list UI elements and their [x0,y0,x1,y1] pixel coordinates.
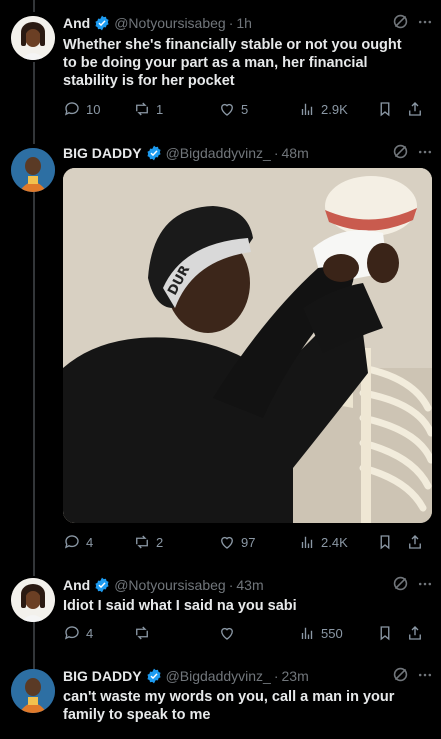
timestamp[interactable]: 1h [236,15,252,31]
tweet-text: can't waste my words on you, call a man … [63,689,395,723]
more-options-icon[interactable] [417,576,433,595]
tweet-header: BIG DADDY @Bigdaddyvinz_ · 23m [63,666,433,686]
bookmark-icon [380,535,390,550]
like-button[interactable]: 97 [218,533,298,551]
avatar[interactable] [11,148,55,192]
grok-icon[interactable] [392,666,409,686]
action-bar: 4 2 97 2.4K [63,531,433,553]
handle[interactable]: @Bigdaddyvinz_ [166,145,271,161]
reply-icon [64,535,79,549]
bookmark-button[interactable] [376,624,406,642]
separator-dot: · [273,668,279,684]
display-name[interactable]: BIG DADDY [63,145,142,161]
bookmark-icon [380,102,390,117]
tweet-media-image[interactable]: DUR [63,168,432,523]
handle[interactable]: @Notyoursisabeg [114,577,226,593]
verified-badge-icon [146,668,162,684]
tweet[interactable]: And @Notyoursisabeg · 43m Idiot I said w… [0,566,441,656]
view-count: 550 [321,625,343,641]
timestamp[interactable]: 48m [282,145,309,161]
like-button[interactable] [218,624,298,642]
repost-count: 1 [156,101,164,117]
bookmark-button[interactable] [376,100,406,118]
repost-icon [136,102,148,116]
share-button[interactable] [406,624,426,642]
handle[interactable]: @Bigdaddyvinz_ [166,668,271,684]
tweet-header: BIG DADDY @Bigdaddyvinz_ · 48m [63,143,433,163]
view-count: 2.9K [321,101,348,117]
views-chart-icon [301,103,313,115]
more-options-icon[interactable] [417,144,433,163]
avatar-image [11,578,55,622]
avatar-image [11,669,55,713]
reply-count: 10 [86,101,101,117]
avatar[interactable] [11,669,55,713]
verified-badge-icon [146,145,162,161]
views-button[interactable]: 2.9K [298,100,376,118]
tweet[interactable]: And @Notyoursisabeg · 1h Whether she's f… [0,0,441,135]
tweet[interactable]: BIG DADDY @Bigdaddyvinz_ · 23m can't was… [0,656,441,739]
avatar-image [11,16,55,60]
separator-dot: · [228,577,234,593]
reply-count: 4 [86,534,94,550]
heart-icon [221,103,233,116]
grok-icon[interactable] [392,575,409,595]
share-button[interactable] [406,100,426,118]
bookmark-button[interactable] [376,533,406,551]
avatar[interactable] [11,16,55,60]
reply-button[interactable]: 10 [63,100,133,118]
reply-button[interactable]: 4 [63,533,133,551]
repost-button[interactable]: 2 [133,533,218,551]
verified-badge-icon [94,577,110,593]
like-button[interactable]: 5 [218,100,298,118]
grok-icon[interactable] [392,13,409,33]
display-name[interactable]: And [63,577,90,593]
timestamp[interactable]: 43m [236,577,263,593]
views-button[interactable]: 2.4K [298,533,376,551]
repost-icon [136,626,148,640]
like-count: 97 [241,534,256,550]
view-count: 2.4K [321,534,348,550]
reply-count: 4 [86,625,94,641]
share-icon [409,626,421,640]
views-chart-icon [301,627,313,639]
timestamp[interactable]: 23m [282,668,309,684]
handle[interactable]: @Notyoursisabeg [114,15,226,31]
tweet-text: Idiot I said what I said na you sabi [63,598,297,614]
like-count: 5 [241,101,249,117]
tweet-header: And @Notyoursisabeg · 1h [63,13,433,33]
views-button[interactable]: 550 [298,624,376,642]
action-bar: 4 550 [63,622,433,644]
share-icon [409,535,421,549]
display-name[interactable]: And [63,15,90,31]
bookmark-icon [380,626,390,641]
display-name[interactable]: BIG DADDY [63,668,142,684]
reply-icon [64,626,79,640]
repost-icon [136,535,148,549]
action-bar: 10 1 5 2.9K [63,98,433,120]
tweet-text: Whether she's financially stable or not … [63,37,402,89]
heart-icon [221,536,233,549]
more-options-icon[interactable] [417,14,433,33]
reply-icon [64,102,79,116]
share-button[interactable] [406,533,426,551]
repost-button[interactable]: 1 [133,100,218,118]
verified-badge-icon [94,15,110,31]
reply-button[interactable]: 4 [63,624,133,642]
repost-count: 2 [156,534,164,550]
avatar[interactable] [11,578,55,622]
tweet-header: And @Notyoursisabeg · 43m [63,575,433,595]
share-icon [409,102,421,116]
separator-dot: · [273,145,279,161]
heart-icon [221,627,233,640]
more-options-icon[interactable] [417,667,433,686]
separator-dot: · [228,15,234,31]
photo-man-with-skeleton: DUR [63,168,432,523]
grok-icon[interactable] [392,143,409,163]
avatar-image [11,148,55,192]
repost-button[interactable] [133,624,218,642]
views-chart-icon [301,536,313,548]
